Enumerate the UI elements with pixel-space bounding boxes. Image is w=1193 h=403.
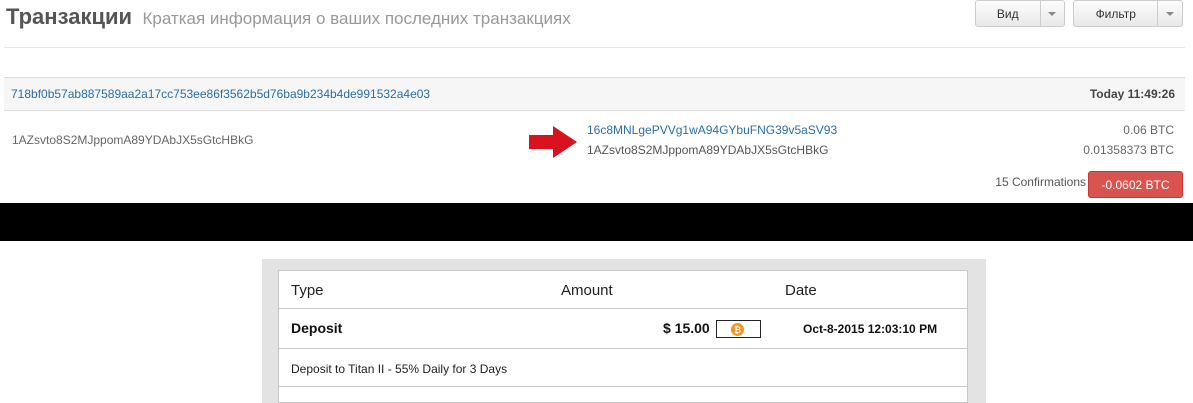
output-amount: 0.01358373 BTC [1083, 143, 1174, 157]
row-type: Deposit [291, 320, 343, 336]
arrow-right-icon [529, 126, 577, 158]
column-header-date: Date [785, 282, 817, 299]
table-row-detail: Deposit to Titan II - 55% Daily for 3 Da… [279, 349, 967, 387]
output-address-link[interactable]: 16c8MNLgePVVg1wA94GYbuFNG39v5aSV93 [587, 123, 837, 137]
view-dropdown[interactable]: Вид [975, 0, 1065, 27]
column-header-amount: Amount [561, 282, 613, 299]
page-subtitle: Краткая информация о ваших последних тра… [142, 9, 571, 28]
filter-button[interactable]: Фильтр [1074, 1, 1159, 26]
page-header: Транзакции Краткая информация о ваших по… [6, 4, 571, 30]
table-header: Type Amount Date [279, 271, 967, 309]
page-title: Транзакции [6, 4, 133, 29]
total-amount-badge[interactable]: -0.0602 BTC [1088, 171, 1183, 198]
currency-box: ₿ [716, 320, 761, 338]
row-date: Oct-8-2015 12:03:10 PM [803, 322, 938, 336]
output-address-change[interactable]: 1AZsvto8S2MJppomA89YDAbJX5sGtcHBkG [587, 143, 828, 157]
row-description: Deposit to Titan II - 55% Daily for 3 Da… [291, 362, 508, 376]
transaction-header: 718bf0b57ab887589aa2a17cc753ee86f3562b5d… [4, 77, 1185, 111]
confirmations-count: 15 Confirmations [995, 175, 1086, 189]
filter-dropdown[interactable]: Фильтр [1073, 0, 1183, 27]
separator-band [0, 203, 1193, 241]
chevron-down-icon [1166, 11, 1175, 16]
row-amount: $ 15.00 [663, 320, 710, 336]
view-button[interactable]: Вид [976, 1, 1041, 26]
input-address[interactable]: 1AZsvto8S2MJppomA89YDAbJX5sGtcHBkG [12, 133, 253, 147]
output-amount: 0.06 BTC [1123, 123, 1174, 137]
divider [4, 47, 1185, 48]
transactions-panel: Транзакции Краткая информация о ваших по… [0, 0, 1193, 203]
chevron-down-icon [1048, 11, 1057, 16]
history-table: Type Amount Date Deposit $ 15.00 ₿ Oct-8… [278, 270, 968, 403]
table-row: Deposit $ 15.00 ₿ Oct-8-2015 12:03:10 PM [279, 309, 967, 349]
filter-caret[interactable] [1158, 1, 1182, 26]
column-header-type: Type [291, 282, 324, 299]
bitcoin-icon: ₿ [731, 323, 744, 336]
view-caret[interactable] [1041, 1, 1064, 26]
transaction-time: Today 11:49:26 [1089, 87, 1175, 101]
transaction-hash-link[interactable]: 718bf0b57ab887589aa2a17cc753ee86f3562b5d… [11, 87, 430, 101]
